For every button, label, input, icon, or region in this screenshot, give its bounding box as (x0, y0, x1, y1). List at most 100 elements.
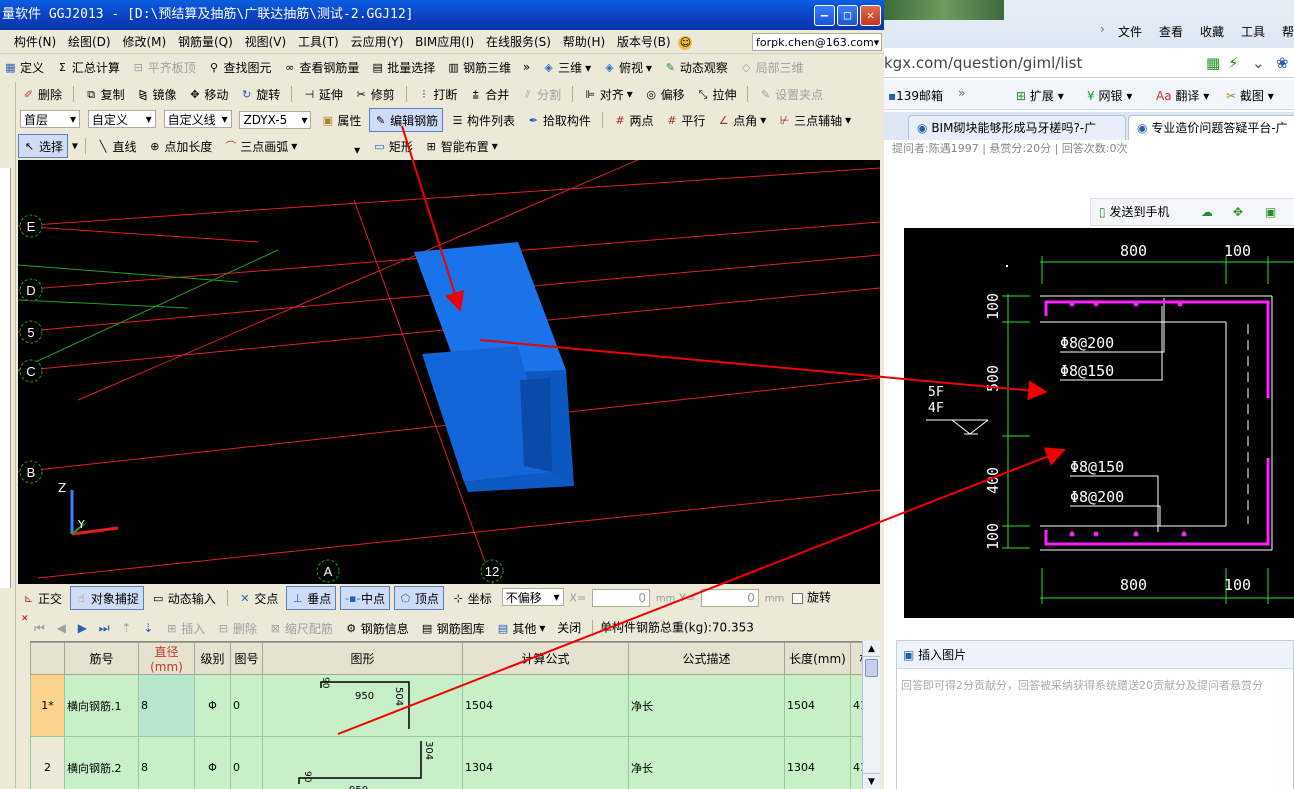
three-point-axis-button[interactable]: ⊬ 三点辅轴 ▾ (774, 108, 855, 132)
cell-formula[interactable]: 1304 (462, 736, 629, 789)
properties-button[interactable]: ▣ 属性 (317, 108, 365, 132)
cell-fig[interactable]: 0 (230, 674, 263, 737)
next-record-button[interactable]: ▶ (74, 616, 91, 640)
break-button[interactable]: ⫶ 打断 (413, 82, 461, 106)
menu-online[interactable]: 在线服务(S) (482, 30, 555, 53)
component-list-button[interactable]: ☰ 构件列表 (447, 108, 519, 132)
col-header-length[interactable]: 长度(mm) (784, 642, 851, 675)
offset-button[interactable]: ◎ 偏移 (641, 82, 689, 106)
cell-length[interactable]: 1304 (784, 736, 851, 789)
cell-desc[interactable]: 净长 (628, 674, 785, 737)
scroll-down-arrow[interactable]: ▼ (863, 773, 880, 789)
rebar-info-button[interactable]: ⚙ 钢筋信息 (341, 616, 413, 639)
send-to-phone-button[interactable]: ▯ 发送到手机 (1091, 205, 1169, 219)
tab-bim-question[interactable]: ◉ BIM砌块能够形成马牙槎吗?-广 (908, 115, 1126, 140)
move-down-button[interactable]: ⇣ (139, 616, 157, 640)
dynamic-orbit-button[interactable]: ✎ 动态观察 (660, 56, 732, 80)
point-length-button[interactable]: ⊕ 点加长度 (144, 134, 216, 158)
3d-scene[interactable]: E D 5 C B A 12 Z Y (18, 160, 880, 584)
paw-icon[interactable]: ❀ (1276, 48, 1289, 78)
parallel-button[interactable]: # 平行 (661, 108, 709, 132)
menu-favorites[interactable]: 收藏 (1200, 23, 1224, 40)
edit-rebar-button[interactable]: ✎ 编辑钢筋 (369, 108, 444, 132)
menu-help[interactable]: 帮 (1282, 23, 1294, 40)
rotate-button[interactable]: ↻ 旋转 (236, 82, 284, 106)
perp-snap[interactable]: ⊥ 垂点 (286, 586, 337, 610)
scroll-thumb[interactable] (865, 659, 878, 677)
arc-mode-select[interactable]: ▾ (307, 141, 363, 159)
cell-grade[interactable]: Φ (194, 736, 231, 789)
maximize-button[interactable]: □ (837, 5, 858, 26)
smart-layout-button[interactable]: ⊞ 智能布置 ▾ (421, 134, 502, 158)
three-point-arc-button[interactable]: ⌒ 三点画弧 ▾ (220, 134, 301, 158)
vertex-snap[interactable]: ⬠ 顶点 (393, 586, 444, 610)
expand-icon[interactable]: ✥ (1233, 199, 1243, 225)
batch-select-button[interactable]: ▤ 批量选择 (367, 56, 439, 80)
rectangle-button[interactable]: ▭ 矩形 (369, 134, 417, 158)
coord-snap[interactable]: ⊹ 坐标 (448, 586, 496, 610)
chevron-down-icon[interactable]: ⌄ (1252, 48, 1265, 78)
qr-icon[interactable]: ▦ (1206, 48, 1220, 78)
align-button[interactable]: ⊫ 对齐 ▾ (580, 82, 637, 106)
local-3d-button[interactable]: ◇ 局部三维 (736, 56, 808, 80)
view-3d-button[interactable]: ◈ 三维 ▾ (538, 56, 595, 80)
prev-record-button[interactable]: ◀ (53, 616, 70, 640)
fav-bank[interactable]: ¥ 网银 ▾ (1087, 87, 1132, 104)
more-icon[interactable]: » (958, 86, 965, 100)
table-row[interactable]: 2 横向钢筋.2 8 Φ 0 950 304 90 1304 净长 (30, 736, 880, 789)
trim-button[interactable]: ✂ 修剪 (351, 82, 399, 106)
split-button[interactable]: ⫽ 分割 (517, 82, 565, 106)
cell-bar-no[interactable]: 横向钢筋.2 (64, 736, 139, 789)
object-snap-toggle[interactable]: ☝ 对象捕捉 (69, 586, 144, 610)
select-button[interactable]: ↖ 选择 (18, 134, 69, 158)
set-grip-button[interactable]: ✎ 设置夹点 (755, 82, 827, 106)
delete-row-button[interactable]: ⊟ 删除 (213, 616, 261, 639)
menu-view[interactable]: 视图(V) (241, 30, 291, 53)
custom-type-select[interactable]: 自定义 ▾ (87, 110, 156, 128)
row-index[interactable]: 1* (30, 674, 65, 737)
top-view-button[interactable]: ◈ 俯视 ▾ (599, 56, 656, 80)
ortho-toggle[interactable]: ⊾ 正交 (18, 586, 66, 610)
col-header-desc[interactable]: 公式描述 (628, 642, 785, 675)
table-scrollbar[interactable]: ▲ ▼ (862, 641, 880, 789)
col-header-bar-no[interactable]: 筋号 (64, 642, 139, 675)
two-point-button[interactable]: # 两点 (610, 108, 658, 132)
u-wall-model[interactable] (414, 242, 574, 492)
menu-help[interactable]: 帮助(H) (559, 30, 609, 53)
define-button[interactable]: ▦ 定义 (0, 56, 48, 80)
custom-line-select[interactable]: 自定义线 ▾ (163, 110, 232, 128)
y-input[interactable]: 0 (700, 588, 759, 607)
answer-box[interactable]: ▣ 插入图片 回答即可得2分贡献分，回答被采纳获得系统赠送20贡献分及提问者悬赏… (896, 640, 1294, 789)
first-record-button[interactable]: ⏮ (30, 616, 49, 639)
menu-tools[interactable]: 工具 (1241, 23, 1265, 40)
menu-component[interactable]: 构件(N) (10, 30, 60, 53)
address-bar[interactable]: kgx.com/question/giml/list ▦ ⚡ ⌄ ❀ (884, 48, 1294, 78)
rebar-library-button[interactable]: ▤ 钢筋图库 (417, 616, 489, 639)
cell-diameter[interactable]: 8 (138, 736, 195, 789)
sum-calc-button[interactable]: Σ 汇总计算 (52, 56, 124, 80)
rebar-3d-button[interactable]: ▥ 钢筋三维 (443, 56, 515, 80)
last-record-button[interactable]: ⏭ (95, 616, 114, 639)
col-header-diameter[interactable]: 直径(mm) (138, 642, 195, 675)
3d-viewport[interactable]: E D 5 C B A 12 Z Y (18, 160, 880, 584)
cloud-icon[interactable]: ☁ (1201, 199, 1213, 225)
table-row[interactable]: 1* 横向钢筋.1 8 Φ 0 950 504 90 1504 净长 1504 … (30, 674, 880, 737)
point-angle-button[interactable]: ∠ 点角 ▾ (713, 108, 770, 132)
line-button[interactable]: ╲ 直线 (93, 134, 141, 158)
copy-button[interactable]: ⧉ 复制 (81, 82, 129, 106)
menu-file[interactable]: 文件 (1118, 23, 1142, 40)
fav-extension[interactable]: ⊞ 扩展 ▾ (1016, 87, 1064, 104)
cell-grade[interactable]: Φ (194, 674, 231, 737)
offset-select[interactable]: 不偏移 ▾ (501, 588, 564, 606)
x-input[interactable]: 0 (592, 588, 650, 607)
fav-139mail[interactable]: ▪139邮箱 (888, 87, 943, 104)
toolbar-more-button[interactable]: » (519, 55, 534, 79)
menu-rebar-qty[interactable]: 钢筋量(Q) (174, 30, 237, 53)
cell-diameter[interactable]: 8 (138, 674, 195, 737)
flush-slab-button[interactable]: ⊟ 平齐板顶 (128, 56, 200, 80)
insert-button[interactable]: ⊞ 插入 (161, 616, 209, 639)
chevron-down-icon[interactable]: ▾ (72, 139, 78, 153)
other-button[interactable]: ▤ 其他 ▾ (492, 616, 549, 639)
cell-fig[interactable]: 0 (230, 736, 263, 789)
menu-modify[interactable]: 修改(M) (118, 30, 170, 53)
